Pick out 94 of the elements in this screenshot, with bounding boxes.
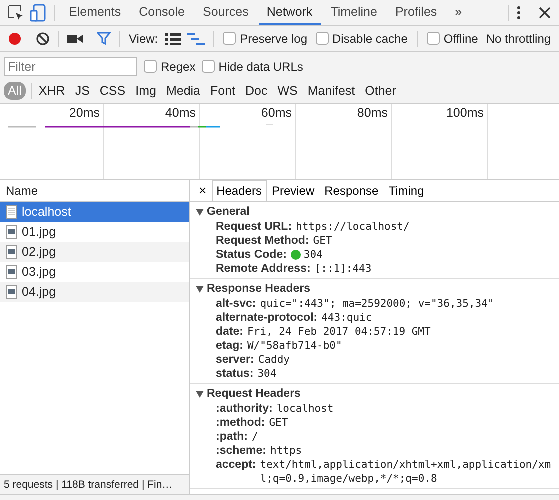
type-filter[interactable]: Manifest [304, 82, 360, 100]
header-name: alternate-protocol: [216, 311, 318, 325]
header-value: https://localhost/ [296, 220, 410, 234]
filter-icon[interactable] [95, 30, 113, 47]
type-filter[interactable]: Img [132, 82, 160, 100]
document-icon [6, 205, 17, 219]
panel-tab[interactable]: Elements [61, 0, 130, 25]
header-name: Status Code: [216, 248, 287, 262]
header-value: 304 [304, 248, 323, 262]
clear-icon[interactable] [34, 30, 52, 48]
header-value: GET [313, 234, 332, 248]
header-value: 443:quic [322, 311, 372, 325]
time-tick: 20ms [69, 106, 100, 120]
header-value: text/html,application/xhtml+xml,application/xml;q=0.9,image/webp,*/*;q=0.8 [260, 458, 552, 486]
status-bar: 5 requests | 118B transferred | Fin… [0, 474, 189, 494]
header-name: date: [216, 325, 244, 339]
request-row[interactable]: 02.jpg [0, 242, 189, 262]
section-title: Request Headers [207, 388, 301, 400]
time-tick: 80ms [357, 106, 388, 120]
header-name: etag: [216, 339, 244, 353]
header-value: [::1]:443 [314, 262, 372, 276]
request-name: 04.jpg [22, 285, 56, 299]
request-row[interactable]: 04.jpg [0, 282, 189, 302]
time-tick: 60ms [261, 106, 292, 120]
panel-tab[interactable]: Console [131, 0, 193, 25]
image-file-icon [6, 265, 17, 279]
header-value: https [270, 444, 302, 458]
header-name: Request Method: [216, 234, 310, 248]
type-filter[interactable]: Media [162, 82, 204, 100]
header-name: server: [216, 353, 254, 367]
close-button[interactable]: × [194, 183, 212, 201]
header-value: W/"58afb714-b0" [247, 339, 342, 353]
triangle-icon [196, 286, 204, 292]
request-name: localhost [22, 205, 72, 219]
panel-tab[interactable]: Sources [194, 0, 257, 25]
section-header[interactable]: Request Headers [190, 386, 559, 402]
section-header[interactable]: General [190, 204, 559, 220]
checkbox[interactable]: Regex [141, 60, 199, 74]
image-file-icon [6, 225, 17, 239]
more-tabs-button[interactable]: » [447, 0, 470, 25]
header-name: :method: [216, 416, 266, 430]
detail-tab[interactable]: Response [320, 180, 384, 201]
checkbox[interactable]: Offline [424, 32, 482, 46]
section-header[interactable]: Response Headers [190, 281, 559, 297]
view-label: View: [128, 32, 160, 46]
close-icon[interactable] [537, 4, 553, 20]
checkbox[interactable]: Hide data URLs [198, 60, 306, 74]
header-name: :authority: [216, 402, 273, 416]
type-filter[interactable]: Other [361, 82, 400, 100]
type-filter[interactable]: XHR [34, 82, 70, 100]
header-value: Caddy [258, 353, 290, 367]
panel-tab[interactable]: Profiles [387, 0, 446, 25]
header-value: GET [269, 416, 288, 430]
image-file-icon [6, 285, 17, 299]
type-filter[interactable]: CSS [96, 82, 130, 100]
device-icon[interactable] [28, 2, 48, 24]
filter-field[interactable]: Filter [4, 57, 137, 76]
header-name: :scheme: [216, 444, 266, 458]
waterfall-view-icon[interactable] [185, 30, 208, 46]
section-title: General [207, 206, 250, 218]
request-row[interactable]: localhost [0, 202, 189, 222]
type-filter[interactable]: WS [274, 82, 302, 100]
type-filter[interactable]: Doc [242, 82, 272, 100]
header-name: accept: [216, 458, 256, 472]
header-value: quic=":443"; ma=2592000; v="36,35,34" [260, 297, 494, 311]
type-filter[interactable]: JS [71, 82, 94, 100]
image-file-icon [6, 245, 17, 259]
header-name: Remote Address: [216, 262, 311, 276]
triangle-icon [196, 390, 204, 398]
panel-tab[interactable]: Timeline [322, 0, 386, 25]
time-tick: 100ms [446, 106, 484, 120]
type-filter[interactable]: Font [206, 82, 240, 100]
header-name: status: [216, 367, 254, 381]
request-name: 03.jpg [22, 265, 56, 279]
checkbox[interactable]: Preserve log [220, 32, 311, 46]
detail-tab[interactable]: Headers [212, 180, 267, 201]
triangle-icon [196, 208, 204, 216]
list-view-icon[interactable] [163, 30, 184, 46]
header-value: localhost [276, 402, 334, 416]
header-value: Fri, 24 Feb 2017 04:57:19 GMT [247, 325, 431, 339]
request-name: 02.jpg [22, 245, 56, 259]
throttling-dropdown[interactable]: No throttling [483, 32, 554, 46]
section-title: Response Headers [207, 283, 311, 295]
detail-tab[interactable]: Timing [384, 180, 430, 201]
header-name: :path: [216, 430, 248, 444]
detail-tab[interactable]: Preview [266, 180, 320, 201]
request-name: 01.jpg [22, 225, 56, 239]
more-options-icon[interactable] [515, 4, 523, 22]
header-value: 304 [258, 367, 277, 381]
header-name: Request URL: [216, 220, 292, 234]
time-tick: 40ms [165, 106, 196, 120]
checkbox[interactable]: Disable cache [312, 32, 411, 46]
header-value: / [252, 430, 258, 444]
header-name: alt-svc: [216, 297, 256, 311]
